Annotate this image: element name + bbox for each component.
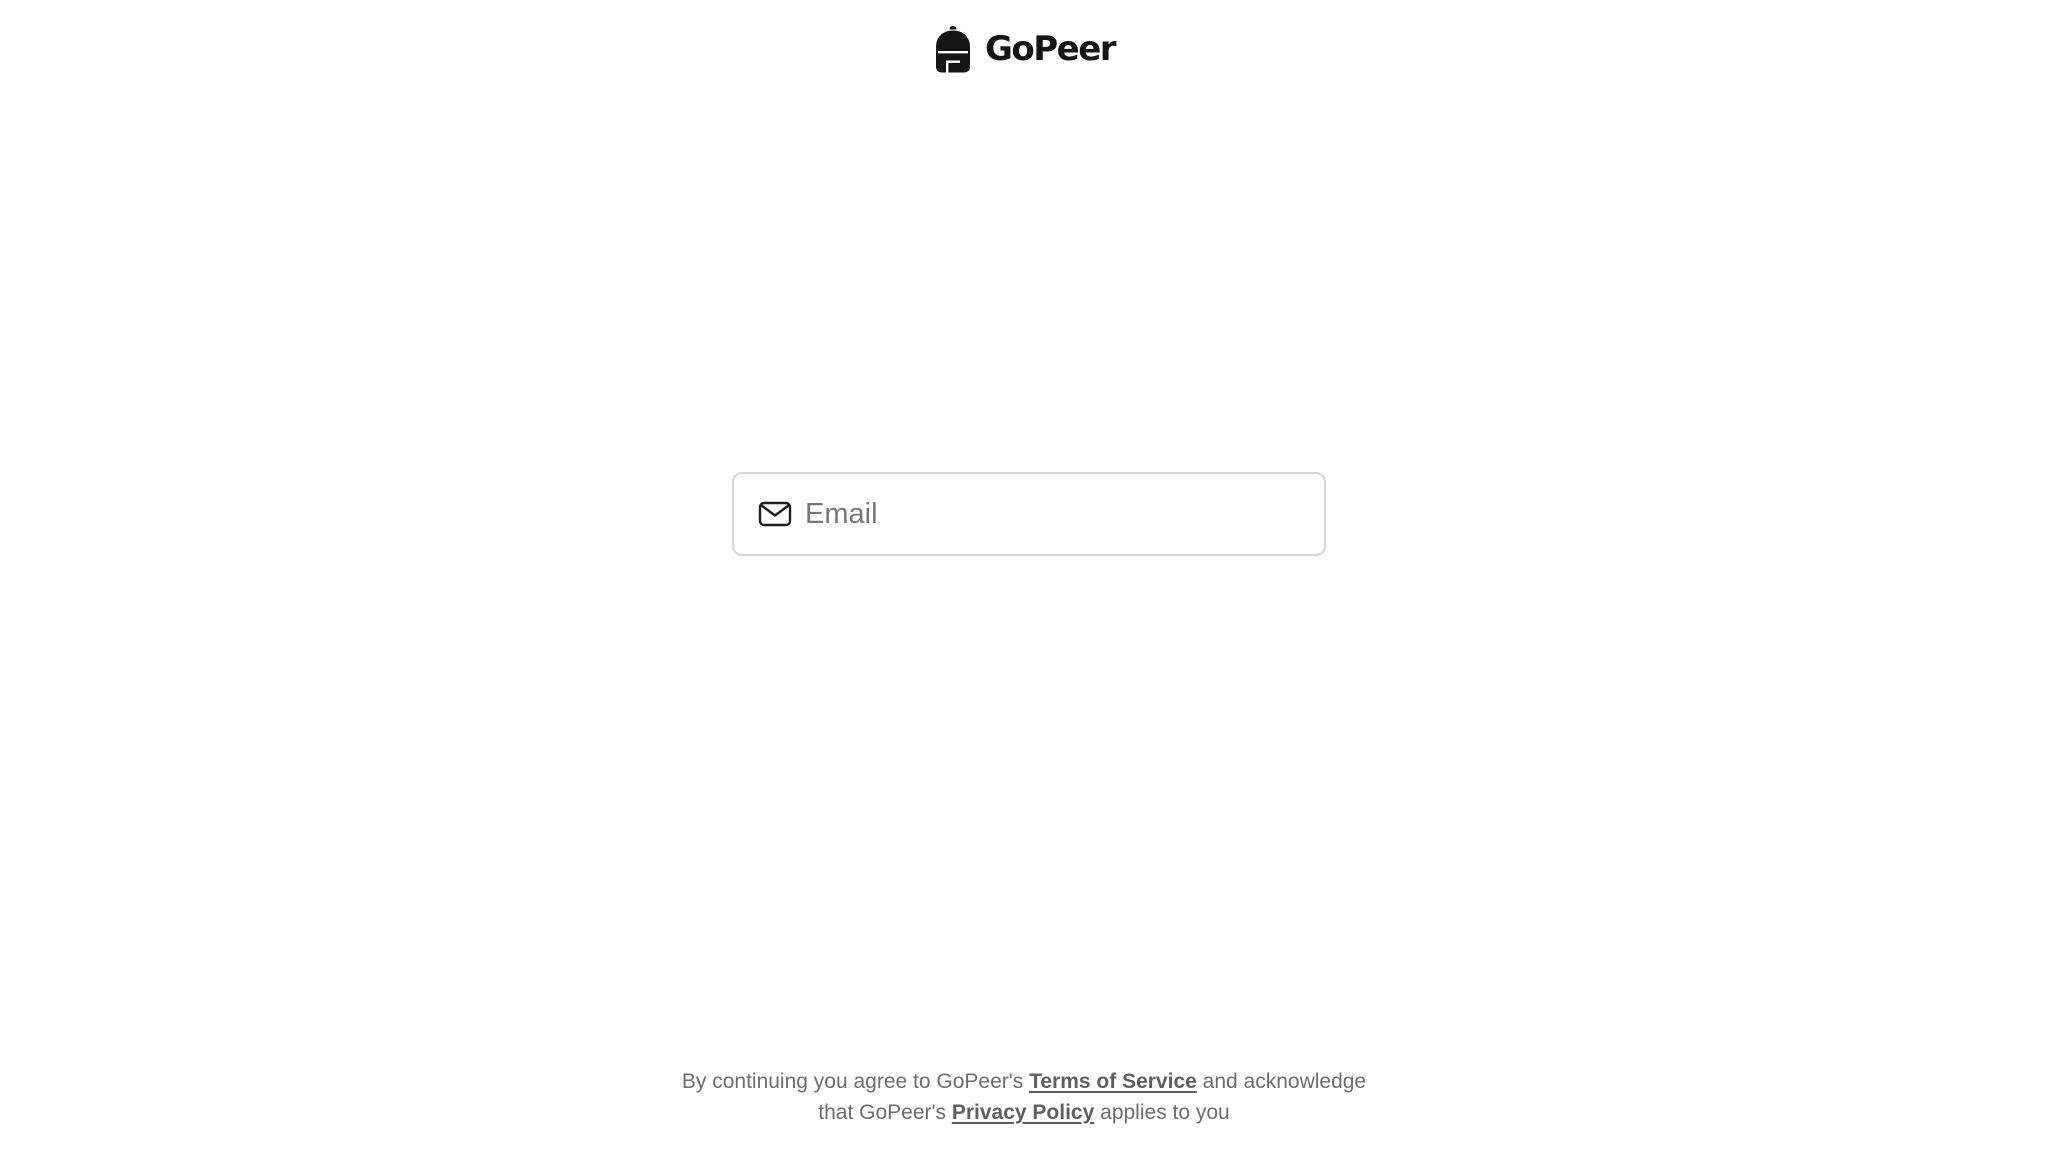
mail-icon xyxy=(758,501,792,527)
login-page: GoPeer By continuing you agree to GoPeer… xyxy=(0,0,2048,1152)
email-field[interactable] xyxy=(732,472,1326,556)
legal-notice: By continuing you agree to GoPeer's Term… xyxy=(0,1066,2048,1128)
terms-of-service-link[interactable]: Terms of Service xyxy=(1029,1070,1197,1093)
legal-text-suffix: applies to you xyxy=(1100,1101,1230,1124)
email-input[interactable] xyxy=(805,489,1300,539)
legal-line-2: that GoPeer's Privacy Policy applies to … xyxy=(0,1097,2048,1128)
brand-logo[interactable]: GoPeer xyxy=(933,24,1117,74)
legal-line-1: By continuing you agree to GoPeer's Term… xyxy=(0,1066,2048,1097)
legal-text-prefix: By continuing you agree to GoPeer's xyxy=(681,1070,1024,1093)
brand-name: GoPeer xyxy=(984,29,1117,69)
legal-text-continued: that GoPeer's xyxy=(818,1101,947,1124)
backpack-icon xyxy=(935,26,970,73)
legal-text-middle: and acknowledge xyxy=(1202,1070,1367,1093)
privacy-policy-link[interactable]: Privacy Policy xyxy=(952,1101,1094,1124)
header: GoPeer xyxy=(0,24,2048,74)
